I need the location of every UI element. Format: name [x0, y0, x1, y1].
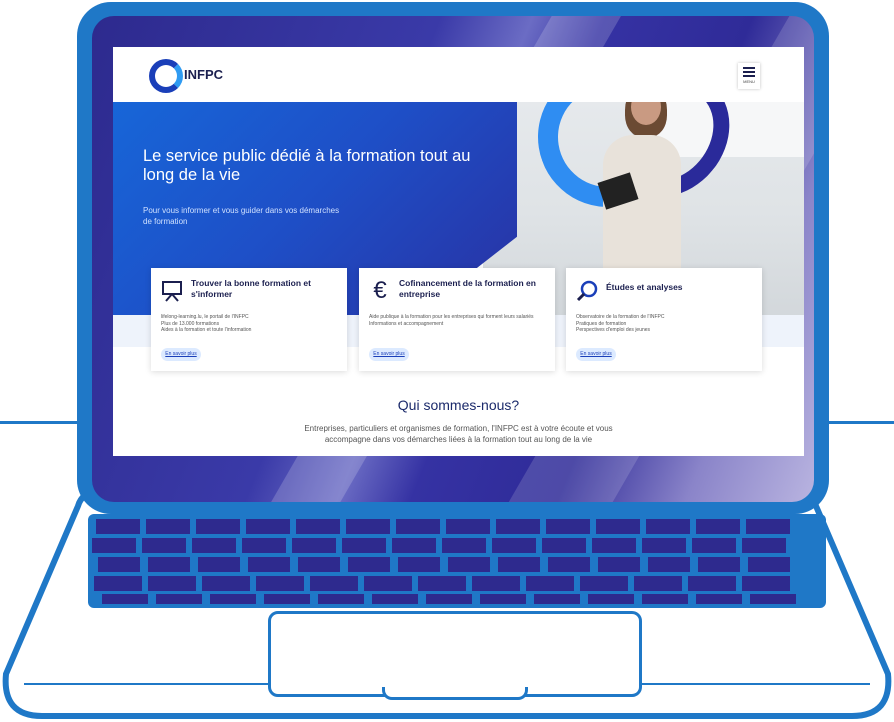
keyboard-key [418, 576, 466, 591]
en-savoir-plus-button[interactable]: En savoir plus [161, 348, 201, 361]
keyboard-key [148, 576, 196, 591]
keyboard-key [142, 538, 186, 553]
lid-notch [382, 687, 528, 700]
keyboard-key [210, 594, 256, 604]
hero-subtitle: Pour vous informer et vous guider dans v… [143, 206, 340, 226]
card-trouver-formation[interactable]: Trouver la bonne formation et s'informer… [151, 268, 347, 371]
keyboard-key [548, 557, 590, 572]
trackpad [268, 611, 642, 697]
keyboard-key [492, 538, 536, 553]
keyboard-key [534, 594, 580, 604]
left-decor-line [0, 421, 78, 424]
keyboard-key [348, 557, 390, 572]
keyboard-key [648, 557, 690, 572]
keyboard-key [264, 594, 310, 604]
menu-button[interactable]: MENU [738, 63, 760, 89]
website-screen: INFPC MENU Le service public dédié à la … [113, 47, 804, 456]
keyboard-key [426, 594, 472, 604]
card-body: Aide publique à la formation pour les en… [369, 314, 534, 327]
keyboard-key [392, 538, 436, 553]
keyboard-key [396, 519, 440, 534]
keyboard-key [646, 519, 690, 534]
keyboard-key [256, 576, 304, 591]
keyboard-key [372, 594, 418, 604]
logo-icon[interactable] [149, 59, 183, 93]
keyboard-key [472, 576, 520, 591]
keyboard-key [202, 576, 250, 591]
keyboard-key [96, 519, 140, 534]
keyboard-key [248, 557, 290, 572]
euro-icon: € [373, 277, 387, 304]
keyboard-key [242, 538, 286, 553]
keyboard-key [196, 519, 240, 534]
keyboard-key [298, 557, 340, 572]
keyboard-key [246, 519, 290, 534]
keyboard-key [146, 519, 190, 534]
keyboard-key [696, 519, 740, 534]
keyboard [88, 514, 826, 608]
keyboard-key [398, 557, 440, 572]
keyboard-key [546, 519, 590, 534]
keyboard-key [542, 538, 586, 553]
keyboard-key [192, 538, 236, 553]
keyboard-key [364, 576, 412, 591]
keyboard-key [448, 557, 490, 572]
keyboard-key [688, 576, 736, 591]
keyboard-key [748, 557, 790, 572]
keyboard-key [442, 538, 486, 553]
keyboard-key [750, 594, 796, 604]
card-title: Cofinancement de la formation en entrepr… [399, 278, 536, 299]
keyboard-key [634, 576, 682, 591]
card-etudes-analyses[interactable]: Études et analyses Observatoire de la fo… [566, 268, 762, 371]
keyboard-key [446, 519, 490, 534]
right-decor-line [828, 421, 894, 424]
keyboard-key [692, 538, 736, 553]
card-title: Études et analyses [606, 282, 683, 292]
keyboard-key [698, 557, 740, 572]
about-title: Qui sommes-nous? [397, 397, 520, 413]
keyboard-key [156, 594, 202, 604]
keyboard-key [346, 519, 390, 534]
keyboard-key [98, 557, 140, 572]
keyboard-key [746, 519, 790, 534]
keyboard-key [588, 594, 634, 604]
en-savoir-plus-button[interactable]: En savoir plus [369, 348, 409, 361]
card-cofinancement[interactable]: € Cofinancement de la formation en entre… [359, 268, 555, 371]
search-icon [576, 280, 598, 302]
keyboard-key [102, 594, 148, 604]
hamburger-icon [743, 67, 755, 79]
hero-title: Le service public dédié à la formation t… [143, 147, 471, 184]
keyboard-key [310, 576, 358, 591]
keyboard-key [496, 519, 540, 534]
keyboard-key [198, 557, 240, 572]
keyboard-key [742, 576, 790, 591]
card-body: lifelong-learning.lu, le portail de l'IN… [161, 314, 252, 333]
top-bar: INFPC [113, 47, 804, 102]
keyboard-key [596, 519, 640, 534]
keyboard-key [642, 538, 686, 553]
keyboard-key [498, 557, 540, 572]
card-title: Trouver la bonne formation et s'informer [191, 278, 311, 299]
menu-label: MENU [743, 79, 755, 84]
en-savoir-plus-button[interactable]: En savoir plus [576, 348, 616, 361]
keyboard-key [342, 538, 386, 553]
keyboard-key [480, 594, 526, 604]
keyboard-key [148, 557, 190, 572]
keyboard-key [318, 594, 364, 604]
keyboard-key [696, 594, 742, 604]
about-text: Entreprises, particuliers et organismes … [304, 424, 613, 444]
keyboard-key [580, 576, 628, 591]
keyboard-key [94, 576, 142, 591]
keyboard-key [292, 538, 336, 553]
keyboard-key [92, 538, 136, 553]
keyboard-key [592, 538, 636, 553]
keyboard-key [296, 519, 340, 534]
keyboard-key [526, 576, 574, 591]
card-body: Observatoire de la formation de l'INFPC … [576, 314, 665, 333]
logo-text[interactable]: INFPC [184, 67, 223, 82]
keyboard-key [642, 594, 688, 604]
keyboard-key [742, 538, 786, 553]
presentation-board-icon [161, 280, 183, 302]
keyboard-key [598, 557, 640, 572]
